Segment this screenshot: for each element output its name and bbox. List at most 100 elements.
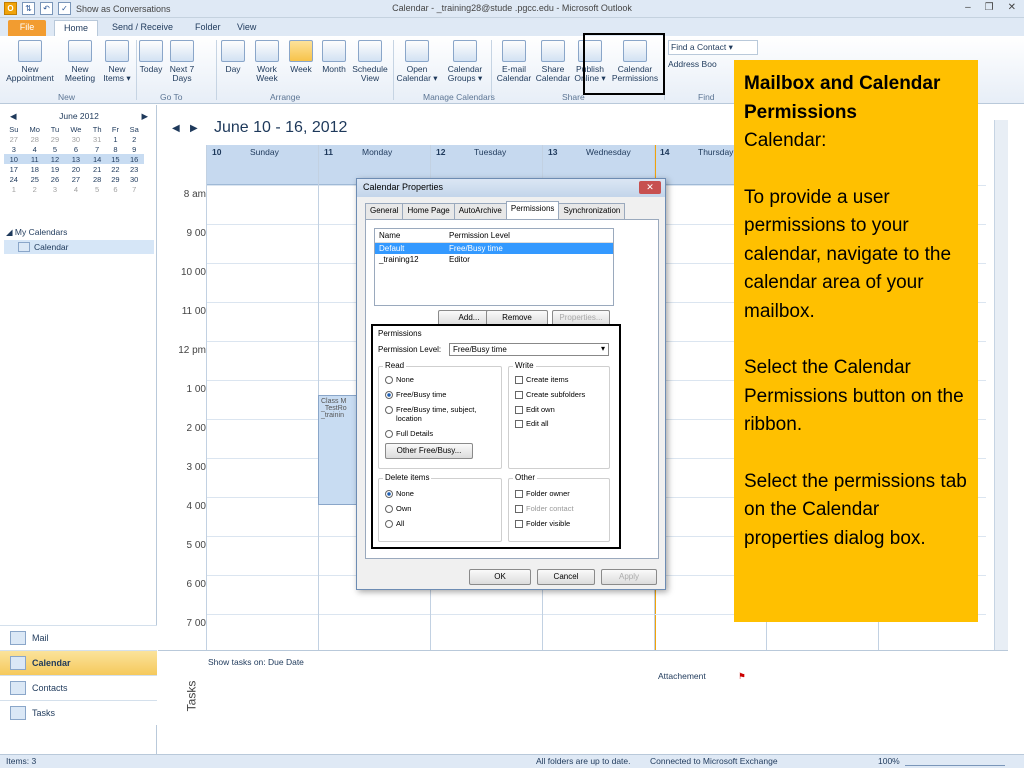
tab-home[interactable]: Home	[54, 20, 99, 36]
vertical-scrollbar[interactable]	[994, 120, 1008, 650]
read-none-radio[interactable]: None	[385, 375, 414, 384]
my-calendars-heading[interactable]: ◢ My Calendars	[4, 225, 154, 240]
mini-calendar-day[interactable]: 4	[64, 184, 88, 194]
mini-calendar-day[interactable]: 9	[124, 144, 144, 154]
tab-permissions[interactable]: Permissions	[505, 201, 560, 219]
mini-calendar-day[interactable]: 15	[106, 154, 125, 164]
mini-calendar-day[interactable]: 3	[4, 144, 24, 154]
tab-send-receive[interactable]: Send / Receive	[103, 20, 182, 36]
permission-level-select[interactable]: Free/Busy time	[449, 343, 609, 356]
nav-contacts[interactable]: Contacts	[0, 675, 157, 700]
delete-none-radio[interactable]: None	[385, 489, 414, 498]
mini-calendar-day[interactable]: 30	[124, 174, 144, 184]
day-view-button[interactable]: Day	[218, 40, 248, 74]
next-week-icon[interactable]: ▶	[190, 123, 198, 134]
mini-calendar-day[interactable]: 6	[107, 184, 125, 194]
next-7-days-button[interactable]: Next 7 Days	[165, 40, 199, 83]
mini-calendar-day[interactable]: 2	[24, 184, 46, 194]
edit-own-checkbox[interactable]: Edit own	[515, 405, 555, 414]
mini-calendar-day[interactable]: 10	[4, 154, 24, 164]
mini-calendar-day[interactable]: 12	[45, 154, 65, 164]
tab-folder[interactable]: Folder	[186, 20, 230, 36]
mini-calendar-day[interactable]: 28	[24, 134, 46, 144]
edit-all-checkbox[interactable]: Edit all	[515, 419, 549, 428]
work-week-button[interactable]: Work Week	[250, 40, 284, 83]
mini-calendar-day[interactable]: 29	[107, 174, 125, 184]
task-item[interactable]: Attachement ⚑	[658, 671, 746, 682]
mini-calendar-day[interactable]: 7	[124, 184, 144, 194]
mini-calendar-day[interactable]: 8	[107, 144, 125, 154]
user-row[interactable]: _training12 Editor	[375, 254, 613, 265]
ok-button[interactable]: OK	[469, 569, 531, 585]
maximize-button[interactable]: ❐	[985, 2, 994, 13]
mini-calendar-day[interactable]: 21	[88, 164, 107, 174]
create-subfolders-checkbox[interactable]: Create subfolders	[515, 390, 585, 399]
month-view-button[interactable]: Month	[318, 40, 350, 74]
other-freebusy-button[interactable]: Other Free/Busy...	[385, 443, 473, 459]
mini-calendar-day[interactable]: 27	[4, 134, 24, 144]
mini-calendar-day[interactable]: 30	[64, 134, 88, 144]
mini-calendar-day[interactable]: 28	[88, 174, 107, 184]
schedule-view-button[interactable]: Schedule View	[350, 40, 390, 83]
tab-view[interactable]: View	[228, 20, 265, 36]
calendar-list-item[interactable]: Calendar	[4, 240, 154, 254]
close-button[interactable]: ✕	[1008, 2, 1016, 13]
dialog-close-button[interactable]: ✕	[639, 181, 661, 194]
email-calendar-button[interactable]: E-mail Calendar	[494, 40, 534, 83]
week-view-button[interactable]: Week	[285, 40, 317, 74]
mini-calendar-day[interactable]: 5	[88, 184, 107, 194]
mini-calendar-day[interactable]: 19	[46, 164, 64, 174]
open-calendar-button[interactable]: Open Calendar ▾	[396, 40, 438, 83]
mini-calendar-day[interactable]: 26	[46, 174, 64, 184]
tab-synchronization[interactable]: Synchronization	[558, 203, 626, 219]
mini-calendar-day[interactable]: 11	[23, 154, 46, 164]
mini-calendar-day[interactable]: 6	[64, 144, 88, 154]
mini-calendar-day[interactable]: 29	[46, 134, 64, 144]
mini-calendar-day[interactable]: 16	[124, 154, 144, 164]
mini-calendar-day[interactable]: 22	[107, 164, 125, 174]
mini-calendar-day[interactable]: 25	[24, 174, 46, 184]
mini-calendar-day[interactable]: 3	[46, 184, 64, 194]
share-calendar-button[interactable]: Share Calendar	[534, 40, 572, 83]
mini-calendar-day[interactable]: 5	[46, 144, 64, 154]
new-appointment-button[interactable]: New Appointment	[2, 40, 58, 83]
delete-own-radio[interactable]: Own	[385, 504, 411, 513]
flag-icon[interactable]: ⚑	[738, 671, 746, 681]
mini-calendar-day[interactable]: 14	[87, 154, 107, 164]
read-freebusy-subject-radio[interactable]: Free/Busy time, subject, location	[385, 405, 476, 423]
today-button[interactable]: Today	[137, 40, 165, 74]
create-items-checkbox[interactable]: Create items	[515, 375, 569, 384]
mini-calendar-day[interactable]: 1	[4, 184, 24, 194]
new-meeting-button[interactable]: New Meeting	[62, 40, 98, 83]
folder-owner-checkbox[interactable]: Folder owner	[515, 489, 570, 498]
user-list[interactable]: Name Permission Level Default Free/Busy ti…	[374, 228, 614, 306]
delete-all-radio[interactable]: All	[385, 519, 404, 528]
mini-calendar-day[interactable]: 17	[4, 164, 24, 174]
tab-general[interactable]: General	[365, 203, 404, 219]
user-row[interactable]: Default Free/Busy time	[375, 243, 613, 254]
prev-week-icon[interactable]: ◀	[172, 123, 180, 134]
find-contact-input[interactable]: Find a Contact ▾	[668, 40, 758, 55]
mini-calendar-day[interactable]: 13	[64, 154, 88, 164]
prev-month-icon[interactable]: ◀	[10, 111, 17, 122]
folder-visible-checkbox[interactable]: Folder visible	[515, 519, 570, 528]
mini-calendar-day[interactable]: 1	[107, 134, 125, 144]
tab-home-page[interactable]: Home Page	[402, 203, 455, 219]
mini-calendar-day[interactable]: 27	[64, 174, 88, 184]
mini-calendar-day[interactable]: 20	[64, 164, 88, 174]
new-items-button[interactable]: New Items ▾	[100, 40, 134, 83]
mini-calendar-day[interactable]: 2	[124, 134, 144, 144]
calendar-groups-button[interactable]: Calendar Groups ▾	[441, 40, 489, 83]
zoom-slider[interactable]	[905, 756, 1005, 766]
appointment[interactable]: Class M _TestRo _trainin	[318, 395, 358, 505]
cancel-button[interactable]: Cancel	[537, 569, 595, 585]
nav-mail[interactable]: Mail	[0, 625, 157, 650]
mini-calendar-day[interactable]: 23	[124, 164, 144, 174]
mini-calendar-day[interactable]: 31	[88, 134, 107, 144]
tab-file[interactable]: File	[8, 20, 46, 36]
nav-calendar[interactable]: Calendar	[0, 650, 157, 675]
tab-autoarchive[interactable]: AutoArchive	[453, 203, 507, 219]
read-freebusy-radio[interactable]: Free/Busy time	[385, 390, 446, 399]
read-full-details-radio[interactable]: Full Details	[385, 429, 433, 438]
minimize-button[interactable]: –	[965, 2, 971, 13]
